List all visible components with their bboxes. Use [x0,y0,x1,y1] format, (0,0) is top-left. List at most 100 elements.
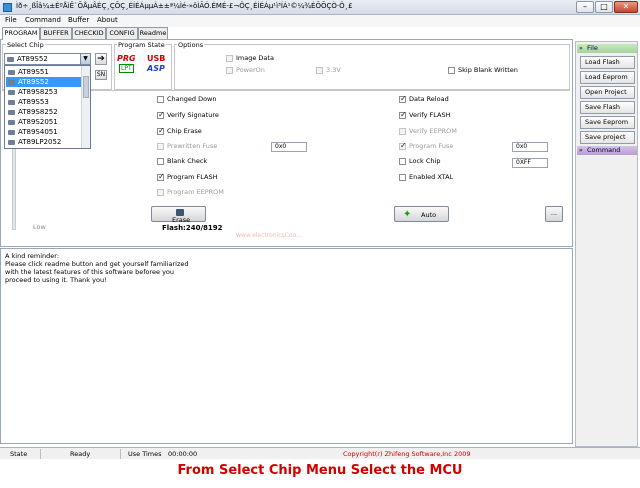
list-item[interactable]: AT89S8253 [6,87,81,97]
scrollbar-thumb[interactable] [83,76,89,98]
verify-signature-checkbox[interactable] [157,110,165,119]
status-bar: State Ready Use Times 00:00:00 Copyright… [0,447,640,459]
divider [40,449,41,459]
chip-icon [8,110,15,115]
program-fuse-field[interactable]: 0x0 [512,142,548,152]
verify-flash-label: Verify FLASH [409,111,451,119]
message-line: Please click readme button and get yours… [5,260,189,268]
data-reload-checkbox[interactable] [399,94,407,103]
program-fuse-checkbox[interactable] [399,141,407,150]
file-section-header[interactable]: » File [577,44,637,53]
chip-icon [8,120,15,125]
menu-file[interactable]: File [5,16,17,24]
close-button[interactable]: ✕ [614,1,638,13]
program-eeprom-checkbox[interactable] [157,189,164,196]
command-section-header[interactable]: » Command [577,146,637,155]
list-item[interactable]: AT89S8252 [6,107,81,117]
double-chevron-icon: » [579,147,583,154]
use-times-label: Use Times [128,450,162,458]
prg-indicator: PRG [117,54,136,63]
erase-button[interactable]: Erase [151,206,206,224]
slider-low-label: Low [33,223,46,231]
tab-config[interactable]: CONFIG [106,27,138,39]
asp-indicator: ASP [147,64,165,73]
program-state-label: Program State [117,41,166,49]
select-chip-value: AT89S52 [17,55,48,63]
chip-icon [7,57,14,62]
data-reload-label: Data Reload [409,95,449,103]
chip-dropdown-list[interactable]: AT89S51 AT89S52 AT89S8253 AT89S53 AT89S8… [4,65,91,149]
changed-down-checkbox[interactable] [157,96,164,103]
tab-readme[interactable]: Readme [138,27,168,39]
blank-check-label: Blank Check [167,157,208,165]
menu-bar: File Command Buffer About [0,15,640,27]
dropdown-scrollbar[interactable] [81,66,90,148]
verify-eeprom-checkbox[interactable] [399,128,406,135]
tab-buffer[interactable]: BUFFER [40,27,72,39]
v33-checkbox[interactable] [316,67,323,74]
menu-command[interactable]: Command [25,16,61,24]
lock-chip-checkbox[interactable] [399,158,406,165]
image-data-checkbox[interactable] [226,55,233,62]
tab-program[interactable]: PROGRAM [2,27,40,40]
save-project-button[interactable]: Save project [580,131,635,144]
prewritten-fuse-field[interactable]: 0x0 [271,142,307,152]
message-log[interactable]: A kind reminder: Please click readme but… [0,248,573,444]
select-chip-label: Select Chip [6,41,45,49]
eraser-icon [176,209,184,216]
verify-flash-checkbox[interactable] [399,110,407,119]
save-flash-button[interactable]: Save Flash [580,101,635,114]
enabled-xtal-label: Enabled XTAL [409,173,454,181]
double-chevron-icon: » [579,45,583,52]
prewritten-fuse-checkbox[interactable] [157,143,164,150]
watermark: www.electronicsCoo... [236,232,302,239]
open-project-button[interactable]: Open Project [580,86,635,99]
tab-checkid[interactable]: CHECKID [72,27,106,39]
menu-buffer[interactable]: Buffer [68,16,89,24]
list-item[interactable]: AT89S4051 [6,127,81,137]
use-times-value: 00:00:00 [168,450,198,458]
program-flash-checkbox[interactable] [157,172,165,181]
list-item[interactable]: AT89S53 [6,97,81,107]
sn-button[interactable]: SN [95,70,107,80]
blank-check-checkbox[interactable] [157,158,164,165]
more-button[interactable]: ... [545,206,563,222]
chip-icon [8,80,15,85]
list-item[interactable]: AT89S2051 [6,117,81,127]
list-item-selected[interactable]: AT89S52 [6,77,81,87]
verify-signature-label: Verify Signature [167,111,219,119]
lpt-indicator: LPT [119,64,134,73]
list-item[interactable]: AT89LP2052 [6,137,81,147]
erase-label: Erase [172,216,191,224]
load-eeprom-button[interactable]: Load Eeprom [580,71,635,84]
chip-erase-checkbox[interactable] [157,126,165,135]
chip-icon [8,130,15,135]
load-flash-button[interactable]: Load Flash [580,56,635,69]
skip-blank-checkbox[interactable] [448,67,455,74]
select-chip-combo[interactable]: AT89S52 ▼ [4,53,91,65]
save-eeprom-button[interactable]: Save Eeprom [580,116,635,129]
maximize-button[interactable]: □ [595,1,613,13]
list-item[interactable]: AT89S51 [6,67,81,77]
chip-icon [8,140,15,145]
usb-indicator: USB [147,54,166,63]
lock-chip-field[interactable]: 0XFF [512,158,548,168]
flash-info: Flash:240/8192 [162,224,223,232]
program-fuse-label: Program Fuse [409,142,454,150]
copyright-text: Copyright(r) Zhifeng Software,Inc 2009 [343,450,471,458]
lock-chip-label: Lock Chip [409,157,441,165]
poweron-label: PowerOn [236,66,265,74]
minimize-button[interactable]: – [576,1,594,13]
divider [120,449,121,459]
prewritten-fuse-label: Prewritten Fuse [167,142,218,150]
chevron-down-icon[interactable]: ▼ [80,54,90,64]
app-icon [3,3,12,12]
changed-down-label: Changed Down [167,95,217,103]
enabled-xtal-checkbox[interactable] [399,174,406,181]
poweron-checkbox[interactable] [226,67,233,74]
auto-button[interactable]: ✦ Auto [394,206,449,222]
menu-about[interactable]: About [97,16,118,24]
go-arrow-button[interactable]: ➔ [95,53,107,65]
chip-icon [8,100,15,105]
state-label: State [10,450,28,458]
